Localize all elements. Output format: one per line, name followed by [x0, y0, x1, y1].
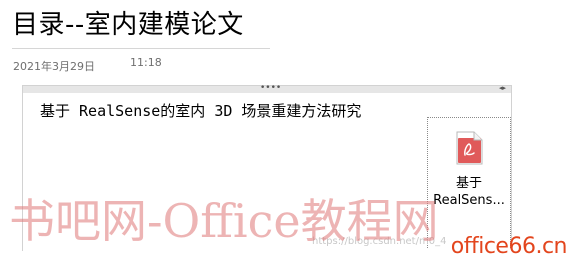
page-title[interactable]: 目录--室内建模论文 [12, 7, 244, 43]
pdf-file-icon [456, 131, 483, 165]
attachment-label-line1: 基于 [455, 176, 482, 191]
page-time: 11:18 [130, 56, 162, 69]
title-divider [12, 48, 270, 49]
container-bar[interactable]: •••• ◂▸ [23, 83, 511, 93]
attachment-label: 基于 RealSens... [428, 175, 510, 209]
page-date: 2021年3月29日 [13, 60, 95, 73]
note-text[interactable]: 基于 RealSense的室内 3D 场景重建方法研究 [40, 100, 361, 122]
pdf-attachment[interactable]: 基于 RealSens... [427, 117, 511, 248]
drag-handle-icon[interactable]: •••• [260, 83, 281, 93]
site-watermark: 书吧网-Office教程网 [9, 194, 439, 248]
attachment-label-line2: RealSens... [433, 193, 505, 208]
office66-logo: office66.cn [450, 234, 568, 259]
resize-arrows-icon[interactable]: ◂▸ [499, 84, 506, 93]
